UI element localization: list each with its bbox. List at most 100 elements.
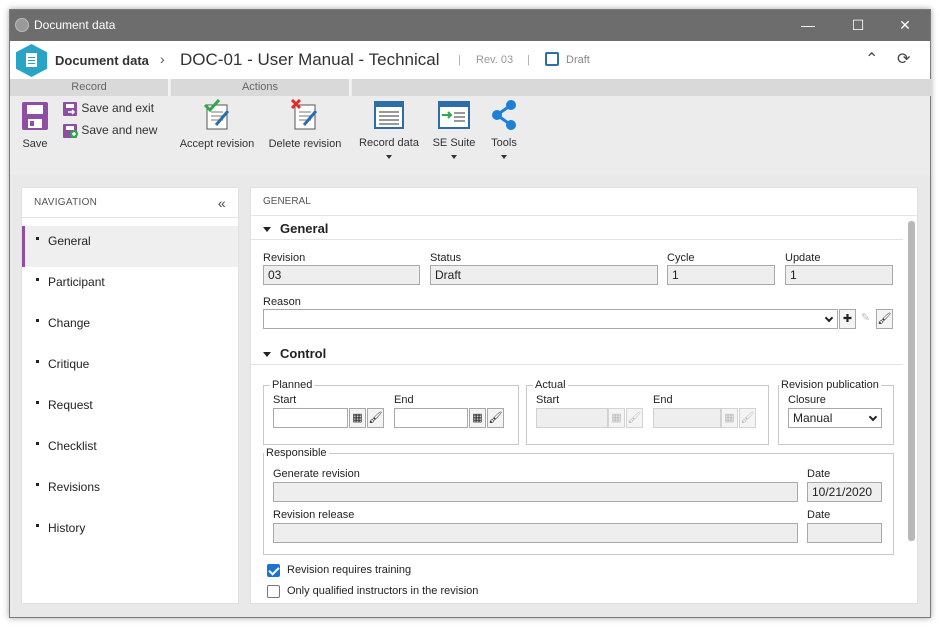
save-and-exit-button[interactable]: Save and exit [63,101,154,116]
delete-revision-icon [290,98,318,130]
actual-start-input[interactable] [536,408,608,428]
vertical-scrollbar[interactable] [908,221,915,541]
collapse-triangle-icon [263,227,271,233]
refresh-icon[interactable]: ⟳ [897,49,910,69]
breadcrumb-separator: › [160,51,165,67]
se-suite-button[interactable]: SE Suite [430,101,478,159]
planned-end-input[interactable] [394,408,468,428]
window-title: Document data [34,18,116,32]
training-checkbox[interactable] [267,564,280,577]
collapse-header-icon[interactable]: ⌃ [865,49,878,69]
release-date-field[interactable] [807,523,882,543]
update-field[interactable]: 1 [785,265,893,285]
revision-label: Rev. 03 [476,54,514,66]
se-suite-icon [438,101,470,129]
publication-fieldset: Revision publication Closure Manual [778,379,894,445]
clear-reason-brush-icon[interactable]: 🖌 [876,309,893,329]
document-title: DOC-01 - User Manual - Technical [180,50,440,69]
chevron-down-icon [451,155,457,159]
chevron-down-icon [868,412,878,422]
publication-legend: Revision publication [779,379,881,391]
section-general-toggle[interactable]: General [263,221,328,236]
status-label: Status [430,252,462,264]
nav-item-label: General [48,234,91,248]
planned-start-label: Start [273,394,297,406]
calendar-icon[interactable]: ▦ [721,408,738,428]
nav-item-critique[interactable]: Critique [22,349,238,390]
chevron-down-icon [386,155,392,159]
nav-item-change[interactable]: Change [22,308,238,349]
generate-revision-field[interactable] [273,482,798,502]
save-button[interactable]: Save [18,101,52,150]
save-exit-icon [63,101,77,116]
delete-revision-label: Delete revision [268,138,342,150]
planned-start-input[interactable] [273,408,348,428]
cycle-label: Cycle [667,252,695,264]
accept-revision-icon [203,98,230,130]
section-general-title: General [280,221,329,236]
nav-item-label: Request [48,398,93,412]
planned-end-label: End [394,394,414,406]
nav-item-checklist[interactable]: Checklist [22,431,238,472]
revision-release-field[interactable] [273,523,798,543]
chevron-down-icon [501,155,507,159]
nav-item-revisions[interactable]: Revisions [22,472,238,513]
nav-item-general[interactable]: General [22,226,238,267]
clear-brush-icon[interactable]: 🖌 [487,408,504,428]
ribbon-group-actions: Actions Accept revision Delete revision [171,79,351,175]
save-and-new-label: Save and new [81,123,158,137]
tools-button[interactable]: Tools [486,99,522,159]
record-data-icon [374,101,404,129]
save-label: Save [22,138,48,150]
clear-brush-icon[interactable]: 🖌 [739,408,756,428]
main-panel: GENERAL General Revision 03 Status Draft… [250,187,918,604]
actual-end-input[interactable] [653,408,721,428]
section-control-toggle[interactable]: Control [263,346,326,361]
nav-item-label: Checklist [48,439,97,453]
record-data-label: Record data [359,137,419,149]
nav-item-request[interactable]: Request [22,390,238,431]
actual-end-label: End [653,394,673,406]
chevron-down-icon [824,313,834,323]
app-globe-icon [15,18,29,32]
calendar-icon[interactable]: ▦ [349,408,366,428]
clear-brush-icon[interactable]: 🖌 [626,408,643,428]
reason-select[interactable] [263,309,838,329]
planned-legend: Planned [270,379,315,391]
delete-revision-button[interactable]: Delete revision [265,98,345,150]
generate-date-field[interactable]: 10/21/2020 [807,482,882,502]
reason-label: Reason [263,296,301,308]
closure-value: Manual [793,411,833,425]
collapse-navigation-icon[interactable]: « [218,188,226,218]
maximize-button[interactable]: ☐ [835,10,881,41]
update-label: Update [785,252,821,264]
collapse-triangle-icon [263,352,271,358]
record-data-button[interactable]: Record data [356,101,422,159]
add-reason-button[interactable]: ✚ [839,309,856,329]
cycle-field[interactable]: 1 [667,265,775,285]
header-divider: | [527,54,530,66]
planned-fieldset: Planned Start ▦ 🖌 End ▦ 🖌 [263,379,519,445]
accept-revision-button[interactable]: Accept revision [177,98,257,150]
close-button[interactable]: ✕ [882,10,928,41]
accept-revision-label: Accept revision [179,138,255,150]
calendar-icon[interactable]: ▦ [608,408,625,428]
calendar-icon[interactable]: ▦ [469,408,486,428]
tools-label: Tools [491,137,517,149]
status-field[interactable]: Draft [430,265,658,285]
clear-brush-icon[interactable]: 🖌 [367,408,384,428]
nav-item-history[interactable]: History [22,513,238,554]
ribbon-group-record: Record Save Save and exit Save and new [10,79,170,175]
header-divider: | [458,54,461,66]
edit-reason-pencil-icon[interactable]: ✎ [857,309,874,329]
save-and-new-button[interactable]: Save and new [63,123,157,138]
instructors-checkbox[interactable] [267,585,280,598]
revision-field[interactable]: 03 [263,265,420,285]
navigation-panel: NAVIGATION « General Participant Change … [21,187,239,604]
nav-item-participant[interactable]: Participant [22,267,238,308]
revision-release-label: Revision release [273,509,355,521]
edit-status-icon [545,52,559,66]
closure-select[interactable]: Manual [788,408,882,428]
share-icon [492,100,516,130]
minimize-button[interactable]: — [785,10,831,41]
